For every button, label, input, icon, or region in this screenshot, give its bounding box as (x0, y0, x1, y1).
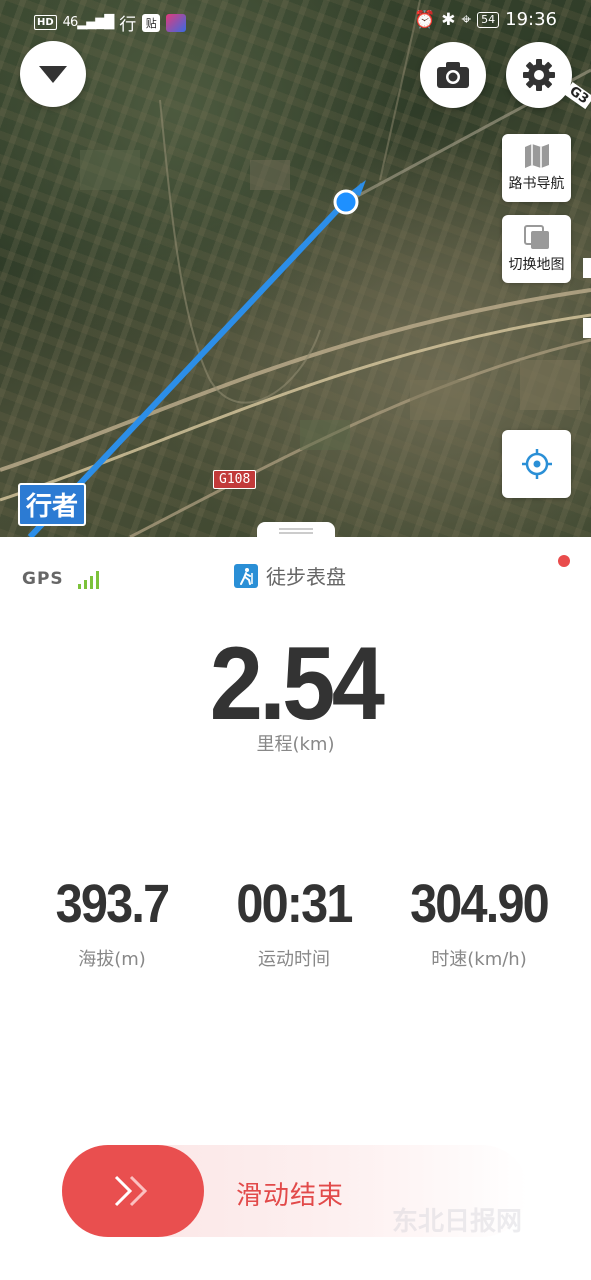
gear-icon (523, 59, 555, 91)
network-type: 46 (62, 15, 79, 30)
video-app-icon (166, 13, 187, 32)
gps-label: GPS (22, 569, 64, 589)
hiking-icon (234, 563, 258, 588)
recording-indicator (558, 555, 570, 567)
duration-stat: 00:31 运动时间 (194, 877, 394, 971)
duration-label: 运动时间 (258, 949, 330, 970)
signal-icon: 46▂▄▆█ (62, 15, 115, 30)
alarm-icon: ⏰ (414, 9, 436, 30)
camera-icon (437, 62, 469, 88)
app-notification-icon: 行 (119, 15, 137, 35)
switch-map-button[interactable]: 切换地图 (502, 215, 571, 283)
speed-label: 时速(km/h) (431, 949, 527, 970)
map-label-fragment (583, 318, 591, 338)
altitude-label: 海拔(m) (78, 949, 146, 970)
map-label-fragment (583, 258, 591, 278)
gps-signal-icon (77, 571, 99, 589)
double-chevron-right-icon (114, 1175, 148, 1207)
battery-icon: 54 (477, 11, 500, 28)
altitude-stat: 393.7 海拔(m) (12, 877, 212, 971)
panel-drag-handle[interactable] (257, 522, 335, 537)
hd-indicator: HD (34, 15, 57, 30)
road-label-g108: G108 (213, 470, 257, 489)
dashboard-mode-selector[interactable]: 徒步表盘 (234, 561, 346, 590)
dropdown-menu-button[interactable] (20, 41, 86, 107)
location-icon: ⌖ (461, 9, 472, 30)
switch-map-label: 切换地图 (508, 257, 565, 273)
speed-stat: 304.90 时速(km/h) (379, 877, 579, 971)
slide-handle[interactable] (62, 1145, 204, 1237)
watermark: 东北日报网 (392, 1207, 523, 1237)
camera-button[interactable] (420, 42, 486, 108)
duration-value: 00:31 (236, 874, 353, 934)
status-bar: HD 46▂▄▆█ 行 贴 ⏰ ✱ ⌖ 54 19:36 (0, 0, 591, 40)
tieba-notification-icon: 贴 (142, 13, 161, 32)
layers-icon (523, 225, 549, 249)
distance-value: 2.54 (209, 626, 385, 742)
map-book-icon (524, 144, 549, 168)
dashboard-mode-label: 徒步表盘 (266, 565, 346, 589)
position-tag: 行者 (18, 483, 87, 526)
locate-me-button[interactable] (502, 430, 571, 498)
bluetooth-icon: ✱ (441, 9, 456, 30)
settings-button[interactable] (506, 42, 572, 108)
roadbook-label: 路书导航 (508, 176, 565, 192)
gps-status: GPS (22, 569, 99, 589)
stats-panel: GPS 徒步表盘 2.54 里程(km) 393.7 海拔(m) 00:31 运… (0, 537, 591, 1280)
map-view[interactable]: HD 46▂▄▆█ 行 贴 ⏰ ✱ ⌖ 54 19:36 路书导航 切换地图 G… (0, 0, 591, 537)
slide-to-end-label: 滑动结束 (236, 1181, 345, 1211)
clock: 19:36 (505, 9, 557, 30)
speed-value: 304.90 (410, 874, 550, 934)
triangle-down-icon (39, 66, 67, 83)
crosshair-icon (521, 449, 552, 479)
altitude-value: 393.7 (55, 874, 170, 934)
distance-label: 里程(km) (256, 734, 335, 755)
roadbook-navigation-button[interactable]: 路书导航 (502, 134, 571, 202)
